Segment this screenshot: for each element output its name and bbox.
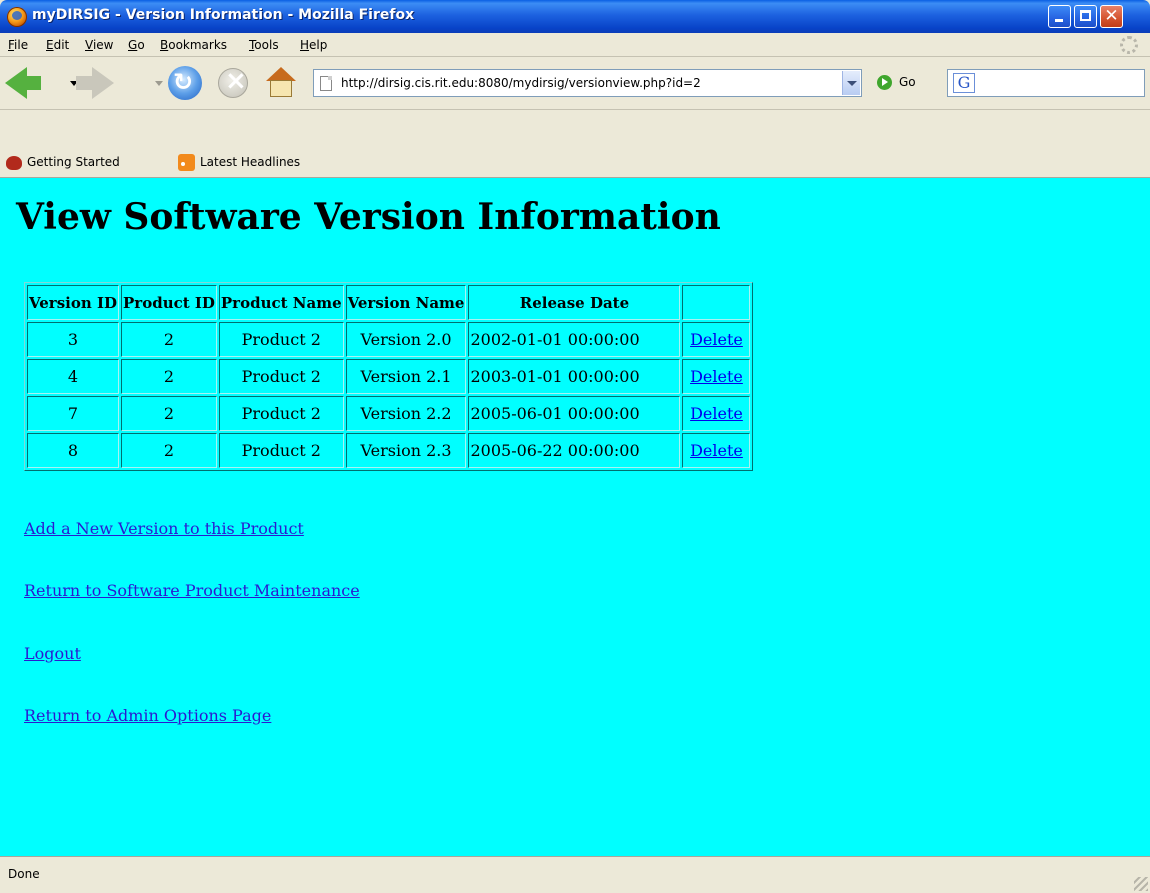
cell-actions: Delete [682,396,751,431]
menu-view[interactable]: View [85,38,113,52]
cell-product-id: 2 [121,396,217,431]
delete-link[interactable]: Delete [690,330,743,349]
close-icon: ✕ [1104,6,1119,26]
stop-icon[interactable] [218,66,248,98]
menu-bookmarks[interactable]: Bookmarks [160,38,227,52]
header-product-id: Product ID [121,285,217,320]
window-title: myDIRSIG - Version Information - Mozilla… [32,7,415,23]
cell-product-name: Product 2 [218,433,344,468]
add-version-link[interactable]: Add a New Version to this Product [24,519,304,538]
getting-started-icon [6,156,22,170]
cell-release-date: 2003-01-01 00:00:00 [468,359,681,394]
cell-version-name: Version 2.0 [345,322,467,357]
browser-window: myDIRSIG - Version Information - Mozilla… [0,0,1150,893]
maximize-icon [1080,10,1091,21]
menu-file[interactable]: File [8,38,28,52]
header-actions [682,285,751,320]
bookmarks-toolbar: Getting Started Latest Headlines [0,148,1150,178]
toolbar-spacer [0,110,1150,148]
table-header-row: Version ID Product ID Product Name Versi… [27,285,751,320]
table-row: 8 2 Product 2 Version 2.3 2005-06-22 00:… [27,433,751,468]
navigation-toolbar: http://dirsig.cis.rit.edu:8080/mydirsig/… [0,57,1150,110]
cell-release-date: 2002-01-01 00:00:00 [468,322,681,357]
version-table: Version ID Product ID Product Name Versi… [24,282,754,471]
maximize-button[interactable] [1074,5,1097,28]
firefox-logo-icon [7,7,27,27]
header-product-name: Product Name [218,285,344,320]
table-row: 4 2 Product 2 Version 2.1 2003-01-01 00:… [27,359,751,394]
search-input[interactable]: G [947,69,1145,97]
go-button[interactable]: Go [877,74,933,94]
menu-tools[interactable]: Tools [249,38,279,52]
cell-release-date: 2005-06-01 00:00:00 [468,396,681,431]
go-label: Go [899,75,916,89]
home-icon[interactable] [264,67,298,99]
bookmark-getting-started[interactable]: Getting Started [27,155,120,169]
cell-actions: Delete [682,359,751,394]
title-bar[interactable]: myDIRSIG - Version Information - Mozilla… [0,0,1150,33]
back-arrow-icon[interactable] [5,67,41,99]
url-bar[interactable]: http://dirsig.cis.rit.edu:8080/mydirsig/… [313,69,862,97]
admin-options-link[interactable]: Return to Admin Options Page [24,706,271,725]
bookmark-latest-headlines[interactable]: Latest Headlines [200,155,300,169]
cell-product-name: Product 2 [218,359,344,394]
header-version-name: Version Name [345,285,467,320]
rss-feed-icon [178,154,195,171]
menu-edit[interactable]: Edit [46,38,69,52]
minimize-icon [1055,19,1063,22]
cell-version-name: Version 2.1 [345,359,467,394]
delete-link[interactable]: Delete [690,404,743,423]
page-title: View Software Version Information [16,196,721,238]
cell-actions: Delete [682,433,751,468]
cell-version-id: 7 [27,396,120,431]
forward-history-dropdown-icon[interactable] [155,81,163,86]
reload-icon[interactable] [168,66,202,100]
menu-bar: File Edit View Go Bookmarks Tools Help [0,33,1150,57]
table-row: 3 2 Product 2 Version 2.0 2002-01-01 00:… [27,322,751,357]
page-icon [320,76,332,91]
close-button[interactable]: ✕ [1100,5,1123,28]
resize-grip-icon[interactable] [1134,877,1148,891]
cell-version-id: 3 [27,322,120,357]
cell-version-name: Version 2.3 [345,433,467,468]
cell-release-date: 2005-06-22 00:00:00 [468,433,681,468]
logout-link[interactable]: Logout [24,644,81,663]
table-row: 7 2 Product 2 Version 2.2 2005-06-01 00:… [27,396,751,431]
cell-product-id: 2 [121,433,217,468]
go-arrow-icon [877,75,892,90]
cell-product-id: 2 [121,359,217,394]
page-content: View Software Version Information Versio… [0,178,1150,856]
cell-product-id: 2 [121,322,217,357]
url-text[interactable]: http://dirsig.cis.rit.edu:8080/mydirsig/… [341,76,701,90]
minimize-button[interactable] [1048,5,1071,28]
status-text: Done [8,867,40,881]
delete-link[interactable]: Delete [690,441,743,460]
delete-link[interactable]: Delete [690,367,743,386]
cell-version-id: 4 [27,359,120,394]
throbber-icon [1120,36,1138,54]
cell-product-name: Product 2 [218,396,344,431]
forward-arrow-icon[interactable] [76,67,114,99]
header-release-date: Release Date [468,285,681,320]
url-history-dropdown-icon[interactable] [842,71,860,95]
status-bar: Done [0,856,1150,893]
cell-product-name: Product 2 [218,322,344,357]
header-version-id: Version ID [27,285,120,320]
menu-help[interactable]: Help [300,38,327,52]
product-maintenance-link[interactable]: Return to Software Product Maintenance [24,581,360,600]
cell-version-name: Version 2.2 [345,396,467,431]
cell-actions: Delete [682,322,751,357]
google-search-engine-icon[interactable]: G [953,73,975,93]
cell-version-id: 8 [27,433,120,468]
menu-go[interactable]: Go [128,38,145,52]
